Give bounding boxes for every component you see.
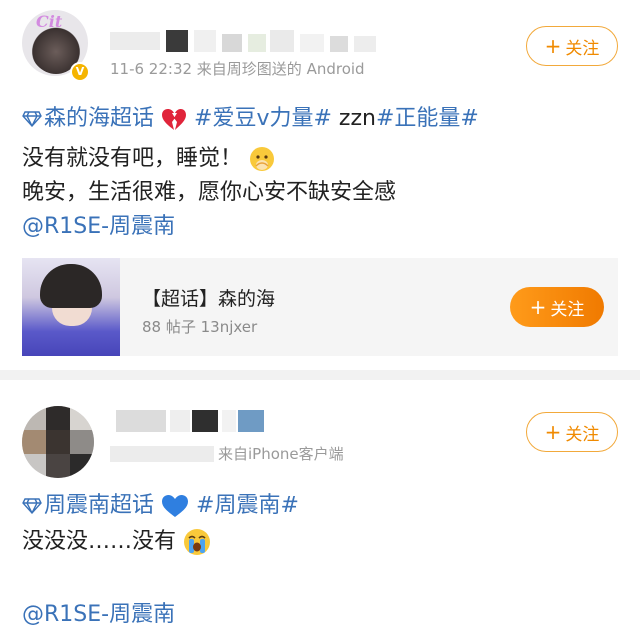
hashtag-link[interactable]: #正能量# [376,106,479,131]
post-text: 没没没……没有 [22,529,177,554]
supertopic-link[interactable]: 周震南超话 [22,493,161,518]
broken-heart-icon [162,109,187,130]
username-mosaic[interactable] [110,26,420,54]
card-follow-button[interactable]: + 关注 [510,287,604,327]
card-subtitle: 88 帖子 13njxer [142,318,258,336]
follow-label: 关注 [565,424,600,445]
supertopic-label: 森的海超话 [44,106,155,131]
post-divider [0,370,640,380]
plain-text: zzn [331,106,376,131]
cold-face-emoji-icon [250,147,275,171]
supertopic-card[interactable]: 【超话】森的海 88 帖子 13njxer + 关注 [22,258,618,356]
diamond-icon [22,498,42,514]
post-text-line-3: 晚安，生活很难，愿你心安不缺安全感 [22,180,397,205]
post-meta-time-source: 11-6 22:32 来自周珍图送的 Android [110,60,365,78]
supertopic-thumbnail [22,258,120,356]
verified-badge-icon: V [70,62,90,82]
post-meta-source: 来自iPhone客户端 [218,445,344,463]
card-title: 【超话】森的海 [142,288,276,310]
follow-label: 关注 [565,38,600,59]
mention-link[interactable]: @R1SE-周震南 [22,596,175,628]
post-text: 没有就没有吧，睡觉！ [22,146,243,171]
mention-link[interactable]: @R1SE-周震南 [22,208,175,240]
blue-heart-icon [162,495,189,517]
username-mosaic[interactable] [116,408,296,434]
avatar-mosaic [22,406,94,478]
follow-button[interactable]: + 关注 [526,412,618,452]
weibo-post-2: 来自iPhone客户端 + 关注 周震南超话 #周震南# 没没没……没有 @R1… [0,380,640,637]
post-text-line-2: 没没没……没有 [22,523,211,556]
time-mosaic [110,444,214,464]
plus-icon: + [529,295,547,319]
post-text-line-2: 没有就没有吧，睡觉！ [22,140,275,172]
weibo-post-1: Cit V 11-6 22:32 来自周珍图送的 Android + 关注 森的… [0,0,640,370]
avatar-logo: Cit [36,12,63,31]
plus-icon: + [544,420,562,444]
hashtag-link[interactable]: #爱豆v力量# [194,106,332,131]
diamond-icon [22,111,42,127]
follow-label: 关注 [550,299,585,320]
crying-face-emoji-icon [184,529,211,555]
post-text-line-1: 周震南超话 #周震南# [22,487,299,519]
user-avatar[interactable] [22,406,94,478]
follow-button[interactable]: + 关注 [526,26,618,66]
plus-icon: + [544,34,562,58]
supertopic-label: 周震南超话 [44,493,155,518]
supertopic-link[interactable]: 森的海超话 [22,106,161,131]
hashtag-link[interactable]: #周震南# [196,493,299,518]
post-text-line-1: 森的海超话 #爱豆v力量# zzn#正能量# [22,100,479,132]
